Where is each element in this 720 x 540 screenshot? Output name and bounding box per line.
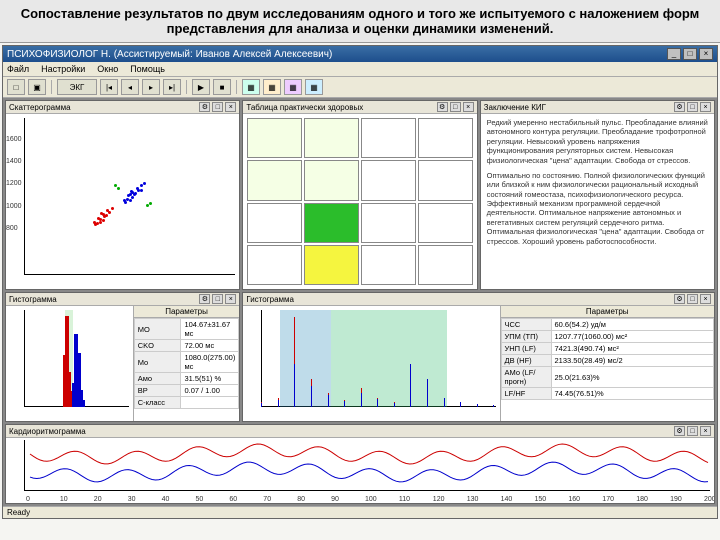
histogram-plot [6, 306, 134, 421]
panel-histogram: Гистограмма ⚙□× Параметры МО104.67±31.67… [5, 292, 240, 422]
chart1-icon[interactable]: ▦ [242, 79, 260, 95]
open-icon[interactable]: ▣ [28, 79, 46, 95]
window-controls: _ □ × [667, 48, 713, 60]
panel-max-icon[interactable]: □ [212, 294, 223, 304]
last-icon[interactable]: ▸| [163, 79, 181, 95]
next-icon[interactable]: ▸ [142, 79, 160, 95]
panel-close-icon[interactable]: × [463, 102, 474, 112]
first-icon[interactable]: |◂ [100, 79, 118, 95]
panel-close-icon[interactable]: × [700, 426, 711, 436]
maximize-button[interactable]: □ [683, 48, 697, 60]
conclusion-text: Редкий умеренно нестабильный пульс. Прео… [481, 114, 714, 289]
scatter-title: Скаттерограмма [9, 103, 71, 112]
titlebar: ПСИХОФИЗИОЛОГ Н. (Ассистируемый: Иванов … [3, 46, 717, 62]
toolbar: □ ▣ ЭКГ |◂ ◂ ▸ ▸| ▶ ■ ▦ ▦ ▦ ▦ [3, 77, 717, 98]
panel-scatter: Скаттерограмма ⚙□× 8001000120014001600 [5, 100, 240, 290]
panel-max-icon[interactable]: □ [687, 102, 698, 112]
kig-title: Кардиоритмограмма [9, 427, 86, 436]
params-table-1: Параметры МО104.67±31.67 мсCKO72.00 мсМо… [134, 306, 240, 421]
new-icon[interactable]: □ [7, 79, 25, 95]
separator [186, 80, 187, 94]
prev-icon[interactable]: ◂ [121, 79, 139, 95]
menu-file[interactable]: Файл [7, 64, 29, 74]
separator [236, 80, 237, 94]
play-icon[interactable]: ▶ [192, 79, 210, 95]
panel-spectrum: Гистограмма ⚙□× Параметры ЧСС60.6(54.2) … [242, 292, 715, 422]
panel-gear-icon[interactable]: ⚙ [199, 294, 210, 304]
app-title: ПСИХОФИЗИОЛОГ Н. (Ассистируемый: Иванов … [7, 49, 332, 60]
record-type[interactable]: ЭКГ [57, 79, 97, 95]
status-bar: Ready [3, 506, 717, 518]
close-button[interactable]: × [699, 48, 713, 60]
minimize-button[interactable]: _ [667, 48, 681, 60]
panel-max-icon[interactable]: □ [687, 426, 698, 436]
panel-close-icon[interactable]: × [700, 102, 711, 112]
conclusion-title: Заключение КИГ [484, 103, 546, 112]
params-table-2: Параметры ЧСС60.6(54.2) уд/мУПМ (ТП)1207… [501, 306, 714, 421]
healthgrid-title: Таблица практически здоровых [246, 103, 363, 112]
panel-gear-icon[interactable]: ⚙ [199, 102, 210, 112]
spectrum-plot [243, 306, 500, 421]
panel-kig: Кардиоритмограмма ⚙□× 010203040506070809… [5, 424, 715, 504]
panel-close-icon[interactable]: × [700, 294, 711, 304]
spectrum-title: Гистограмма [246, 295, 294, 304]
panel-max-icon[interactable]: □ [687, 294, 698, 304]
panel-gear-icon[interactable]: ⚙ [674, 294, 685, 304]
content-grid: Скаттерограмма ⚙□× 8001000120014001600 Т… [3, 98, 717, 506]
menubar: Файл Настройки Окно Помощь [3, 62, 717, 77]
slide-title: Сопоставление результатов по двум исслед… [0, 0, 720, 43]
separator [51, 80, 52, 94]
chart3-icon[interactable]: ▦ [284, 79, 302, 95]
panel-max-icon[interactable]: □ [450, 102, 461, 112]
stop-icon[interactable]: ■ [213, 79, 231, 95]
histogram-title: Гистограмма [9, 295, 57, 304]
panel-close-icon[interactable]: × [225, 102, 236, 112]
chart2-icon[interactable]: ▦ [263, 79, 281, 95]
app-window: ПСИХОФИЗИОЛОГ Н. (Ассистируемый: Иванов … [2, 45, 718, 519]
panel-max-icon[interactable]: □ [212, 102, 223, 112]
panel-gear-icon[interactable]: ⚙ [674, 426, 685, 436]
health-grid [243, 114, 476, 289]
chart4-icon[interactable]: ▦ [305, 79, 323, 95]
panel-healthgrid: Таблица практически здоровых ⚙□× [242, 100, 477, 290]
panel-gear-icon[interactable]: ⚙ [674, 102, 685, 112]
menu-setup[interactable]: Настройки [41, 64, 85, 74]
menu-help[interactable]: Помощь [130, 64, 165, 74]
scatter-plot: 8001000120014001600 [6, 114, 239, 289]
panel-conclusion: Заключение КИГ ⚙□× Редкий умеренно неста… [480, 100, 715, 290]
panel-gear-icon[interactable]: ⚙ [437, 102, 448, 112]
panel-close-icon[interactable]: × [225, 294, 236, 304]
menu-window[interactable]: Окно [97, 64, 118, 74]
kig-plot: 0102030405060708090100110120130140150160… [6, 438, 714, 503]
